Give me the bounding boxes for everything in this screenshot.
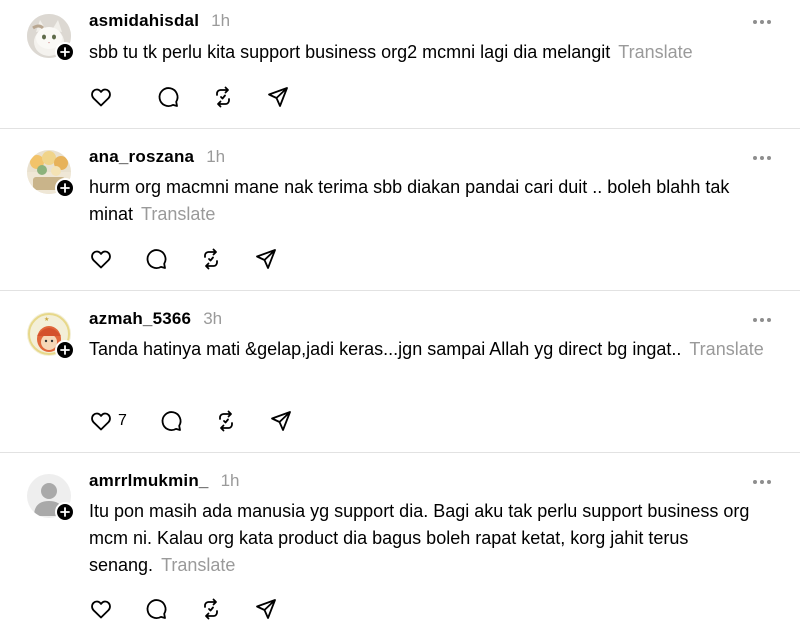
avatar[interactable] [27, 474, 75, 522]
post: ★ azmah_5366 3h Tanda hatinya mati &gela… [0, 291, 800, 453]
follow-plus-icon[interactable] [55, 42, 75, 62]
heart-icon [91, 412, 111, 431]
comment-bubble-icon [146, 599, 167, 619]
comment-bubble-icon [158, 87, 179, 107]
translate-link[interactable]: Translate [161, 555, 235, 575]
avatar[interactable]: ★ [27, 312, 75, 360]
heart-icon [91, 600, 111, 619]
comment-button[interactable] [144, 247, 199, 271]
post: ana_roszana 1h hurm org macmni mane nak … [0, 129, 800, 291]
comment-bubble-icon [161, 411, 182, 431]
reply-text: Tanda hatinya mati &gelap,jadi keras...j… [89, 339, 682, 359]
like-button[interactable]: 7 [89, 409, 159, 433]
like-button[interactable] [89, 597, 144, 621]
follow-plus-icon[interactable] [55, 502, 75, 522]
like-count: 7 [118, 412, 127, 429]
repost-button[interactable] [199, 597, 254, 621]
like-button[interactable] [89, 85, 156, 109]
comment-bubble-icon [146, 249, 167, 269]
heart-icon [91, 250, 111, 269]
action-bar: 7 [89, 409, 293, 433]
reply-text: sbb tu tk perlu kita support business or… [89, 42, 611, 62]
send-icon [256, 599, 276, 619]
repost-button[interactable] [214, 409, 269, 433]
timestamp: 1h [220, 471, 240, 490]
share-button[interactable] [254, 597, 278, 621]
post-text: sbb tu tk perlu kita support business or… [89, 39, 779, 66]
post-text: hurm org macmni mane nak terima sbb diak… [89, 174, 779, 228]
more-options-icon[interactable] [752, 16, 772, 28]
username[interactable]: ana_roszana [89, 147, 194, 167]
action-bar [89, 247, 278, 271]
action-bar [89, 85, 290, 109]
svg-text:★: ★ [44, 316, 49, 323]
timestamp: 1h [206, 147, 226, 166]
share-button[interactable] [254, 247, 278, 271]
comment-button[interactable] [159, 409, 214, 433]
repost-button[interactable] [211, 85, 266, 109]
heart-icon [91, 88, 111, 107]
replies-feed: asmidahisdal 1h sbb tu tk perlu kita sup… [0, 0, 800, 638]
share-button[interactable] [269, 409, 293, 433]
action-bar [89, 597, 278, 621]
comment-button[interactable] [156, 85, 211, 109]
comment-button[interactable] [144, 597, 199, 621]
username[interactable]: asmidahisdal [89, 11, 199, 31]
post: asmidahisdal 1h sbb tu tk perlu kita sup… [0, 0, 800, 129]
post: amrrlmukmin_ 1h Itu pon masih ada manusi… [0, 453, 800, 638]
repost-icon [204, 248, 218, 270]
like-button[interactable] [89, 247, 144, 271]
repost-icon [216, 86, 230, 108]
follow-plus-icon[interactable] [55, 178, 75, 198]
avatar[interactable] [27, 150, 75, 198]
more-options-icon[interactable] [752, 152, 772, 164]
more-options-icon[interactable] [752, 314, 772, 326]
share-button[interactable] [266, 85, 290, 109]
translate-link[interactable]: Translate [618, 42, 692, 62]
translate-link[interactable]: Translate [141, 204, 215, 224]
post-text: Tanda hatinya mati &gelap,jadi keras...j… [89, 336, 779, 363]
repost-icon [219, 410, 233, 432]
timestamp: 3h [203, 309, 223, 328]
repost-button[interactable] [199, 247, 254, 271]
more-options-icon[interactable] [752, 476, 772, 488]
avatar[interactable] [27, 14, 75, 62]
username[interactable]: amrrlmukmin_ [89, 471, 209, 491]
translate-link[interactable]: Translate [689, 339, 763, 359]
send-icon [268, 87, 288, 107]
timestamp: 1h [211, 11, 231, 30]
username[interactable]: azmah_5366 [89, 309, 191, 329]
post-text: Itu pon masih ada manusia yg support dia… [89, 498, 779, 579]
follow-plus-icon[interactable] [55, 340, 75, 360]
send-icon [256, 249, 276, 269]
send-icon [271, 411, 291, 431]
repost-icon [204, 598, 218, 620]
